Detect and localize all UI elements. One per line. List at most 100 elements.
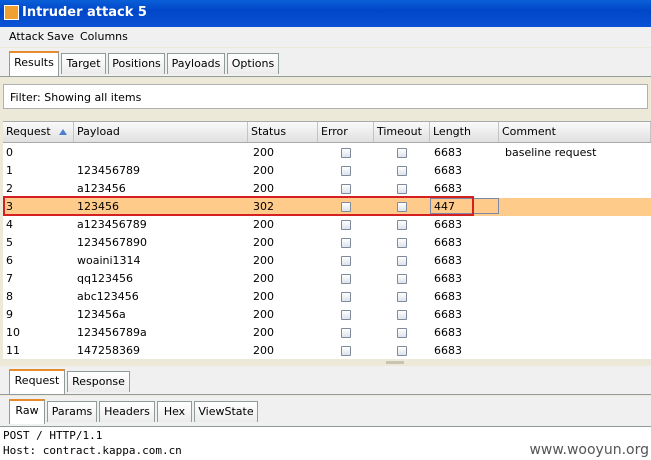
cell-status: 200 xyxy=(253,236,274,249)
timeout-checkbox xyxy=(397,292,407,302)
cell-payload: 1234567890 xyxy=(77,236,147,249)
table-row[interactable]: 6 woaini1314 200 6683 xyxy=(3,252,651,270)
cell-request: 11 xyxy=(6,344,20,357)
timeout-checkbox xyxy=(397,274,407,284)
menu-columns[interactable]: Columns xyxy=(80,30,128,43)
request-response-tab-strip: Request Response xyxy=(0,366,651,395)
cell-status: 200 xyxy=(253,218,274,231)
editor-line: Host: contract.kappa.com.cn xyxy=(3,444,182,457)
cell-comment xyxy=(502,234,505,252)
error-checkbox xyxy=(341,166,351,176)
column-header-payload[interactable]: Payload xyxy=(74,122,248,142)
table-row[interactable]: 8 abc123456 200 6683 xyxy=(3,288,651,306)
table-row[interactable]: 0 200 6683 baseline request xyxy=(3,144,651,162)
cell-payload: 147258369 xyxy=(77,344,140,357)
cell-request: 9 xyxy=(6,308,13,321)
cell-payload: a123456789 xyxy=(77,218,147,231)
filter-text: Filter: Showing all items xyxy=(10,91,142,104)
column-header-label: Request xyxy=(6,125,51,138)
timeout-checkbox xyxy=(397,328,407,338)
cell-status: 200 xyxy=(253,146,274,159)
cell-status: 200 xyxy=(253,290,274,303)
timeout-checkbox xyxy=(397,256,407,266)
column-header-error[interactable]: Error xyxy=(318,122,374,142)
tab-response[interactable]: Response xyxy=(67,371,130,392)
cell-request: 5 xyxy=(6,236,13,249)
tab-hex[interactable]: Hex xyxy=(157,401,192,422)
cell-request: 1 xyxy=(6,164,13,177)
cell-length: 6683 xyxy=(434,218,462,231)
cell-payload xyxy=(74,144,77,162)
error-checkbox xyxy=(341,328,351,338)
cell-length: 6683 xyxy=(434,308,462,321)
sort-ascending-icon xyxy=(59,129,67,135)
column-header-timeout[interactable]: Timeout xyxy=(374,122,430,142)
table-row[interactable]: 9 123456a 200 6683 xyxy=(3,306,651,324)
timeout-checkbox xyxy=(397,184,407,194)
cell-payload: abc123456 xyxy=(77,290,139,303)
cell-comment xyxy=(502,324,505,342)
cell-payload: 123456789a xyxy=(77,326,147,339)
cell-request: 7 xyxy=(6,272,13,285)
menu-attack[interactable]: Attack xyxy=(9,30,44,43)
error-checkbox xyxy=(341,274,351,284)
column-header-request[interactable]: Request xyxy=(3,122,74,142)
column-header-status[interactable]: Status xyxy=(248,122,318,142)
cell-comment xyxy=(502,288,505,306)
error-checkbox xyxy=(341,184,351,194)
table-row[interactable]: 1 123456789 200 6683 xyxy=(3,162,651,180)
main-tab-strip: Results Target Positions Payloads Option… xyxy=(0,48,651,77)
error-checkbox xyxy=(341,310,351,320)
tab-options[interactable]: Options xyxy=(227,53,279,74)
cell-status: 200 xyxy=(253,326,274,339)
timeout-checkbox xyxy=(397,310,407,320)
filter-bar[interactable]: Filter: Showing all items xyxy=(3,84,648,109)
cell-payload: qq123456 xyxy=(77,272,133,285)
error-checkbox xyxy=(341,292,351,302)
error-checkbox xyxy=(341,148,351,158)
column-header-length[interactable]: Length xyxy=(430,122,499,142)
burp-app-icon xyxy=(4,5,19,20)
table-row[interactable]: 11 147258369 200 6683 xyxy=(3,342,651,359)
cell-comment xyxy=(502,216,505,234)
tab-raw[interactable]: Raw xyxy=(9,399,45,424)
tab-params[interactable]: Params xyxy=(47,401,97,422)
cell-length: 6683 xyxy=(434,344,462,357)
table-row[interactable]: 4 a123456789 200 6683 xyxy=(3,216,651,234)
error-checkbox xyxy=(341,346,351,356)
timeout-checkbox xyxy=(397,238,407,248)
cell-payload: woaini1314 xyxy=(77,254,141,267)
error-checkbox xyxy=(341,238,351,248)
error-checkbox xyxy=(341,220,351,230)
cell-request: 8 xyxy=(6,290,13,303)
table-row[interactable]: 5 1234567890 200 6683 xyxy=(3,234,651,252)
cell-length: 6683 xyxy=(434,254,462,267)
cell-length: 6683 xyxy=(434,146,462,159)
cell-length: 6683 xyxy=(434,326,462,339)
table-header: Request Payload Status Error Timeout Len… xyxy=(3,122,651,143)
splitter-grip[interactable] xyxy=(386,361,404,364)
column-header-comment[interactable]: Comment xyxy=(499,122,651,142)
cell-comment xyxy=(502,252,505,270)
tab-payloads[interactable]: Payloads xyxy=(167,53,225,74)
cell-comment xyxy=(502,180,505,198)
cell-payload: 123456a xyxy=(77,308,126,321)
cell-request: 0 xyxy=(6,146,13,159)
cell-comment xyxy=(502,306,505,324)
error-checkbox xyxy=(341,256,351,266)
window-title: Intruder attack 5 xyxy=(22,5,147,20)
tab-target[interactable]: Target xyxy=(61,53,106,74)
tab-request[interactable]: Request xyxy=(9,369,65,394)
cell-comment xyxy=(502,342,505,359)
cell-comment: baseline request xyxy=(505,146,597,159)
table-row[interactable]: 7 qq123456 200 6683 xyxy=(3,270,651,288)
tab-positions[interactable]: Positions xyxy=(108,53,165,74)
tab-headers[interactable]: Headers xyxy=(99,401,155,422)
cell-length: 6683 xyxy=(434,290,462,303)
results-table: Request Payload Status Error Timeout Len… xyxy=(3,121,651,359)
tab-viewstate[interactable]: ViewState xyxy=(194,401,258,422)
table-row[interactable]: 10 123456789a 200 6683 xyxy=(3,324,651,342)
timeout-checkbox xyxy=(397,148,407,158)
tab-results[interactable]: Results xyxy=(9,51,59,76)
menu-save[interactable]: Save xyxy=(47,30,74,43)
